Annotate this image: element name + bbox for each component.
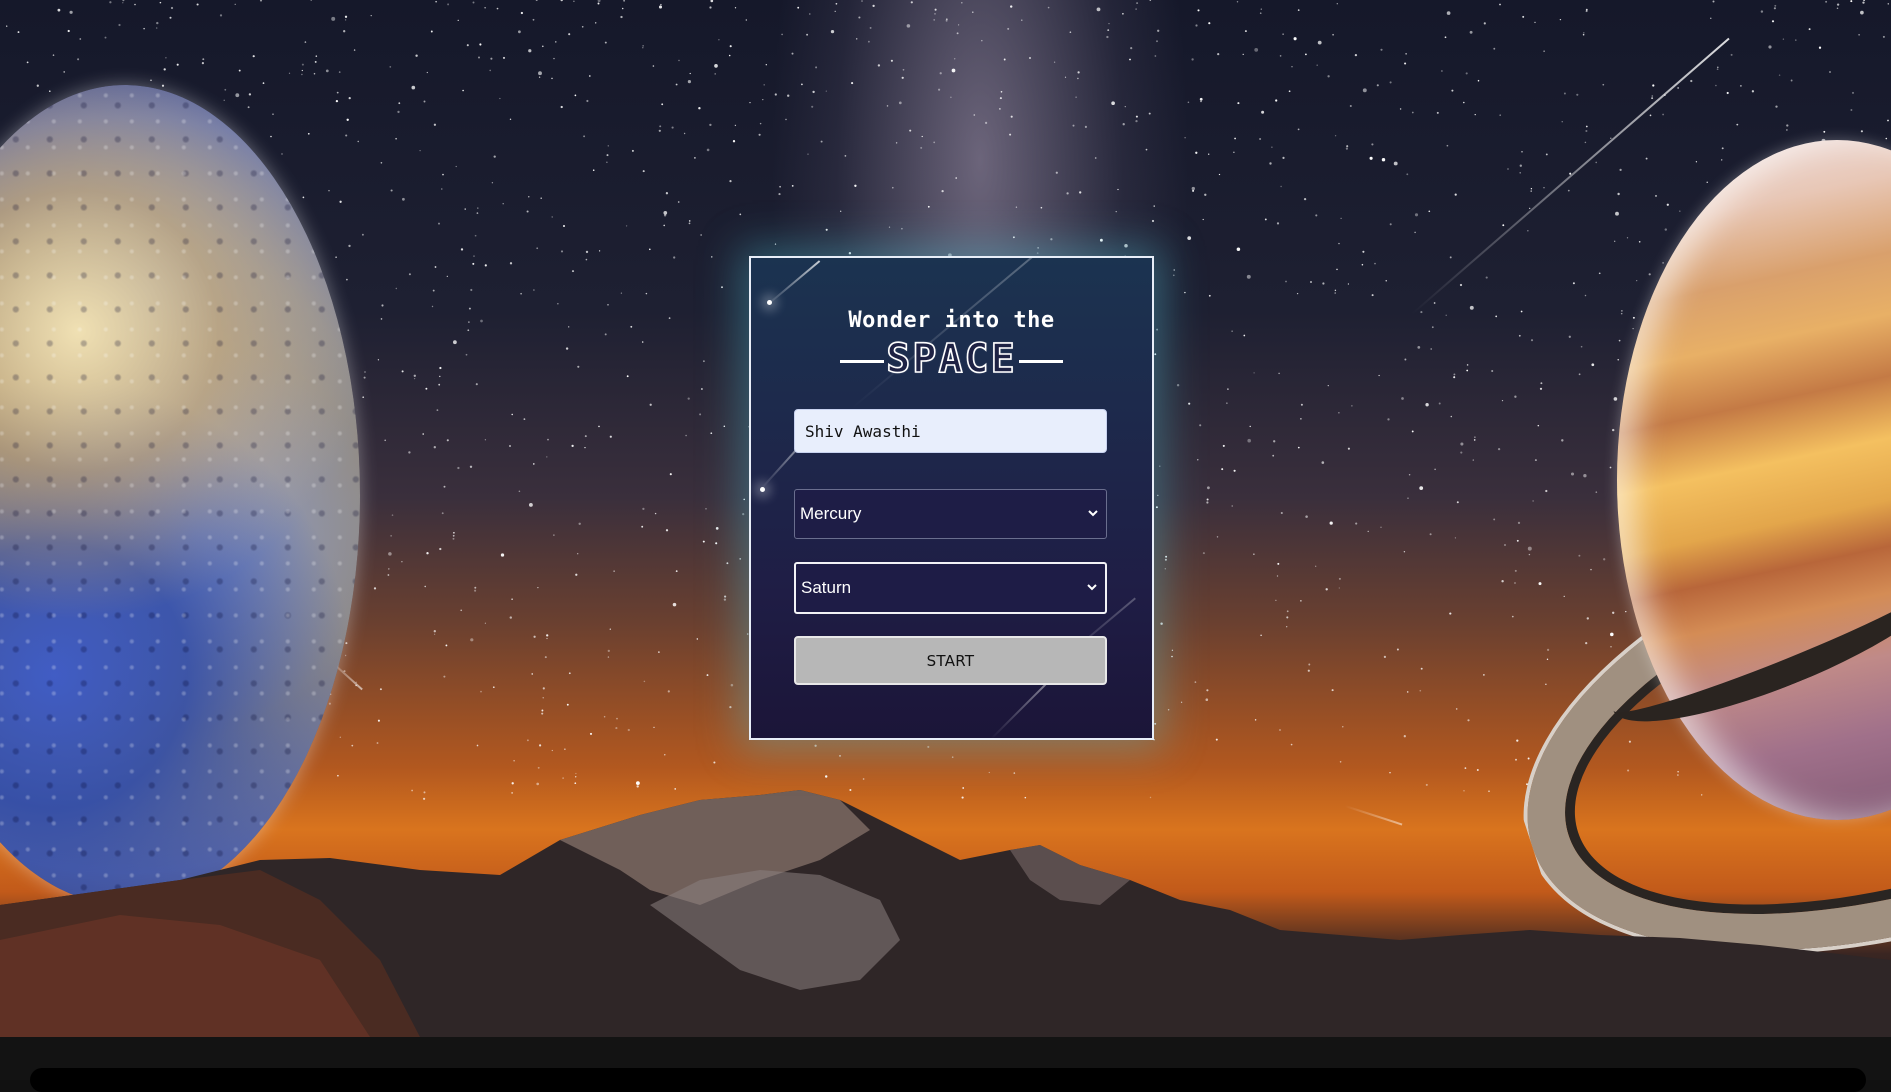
chevron-down-icon [1087,584,1097,591]
origin-planet-value: Mercury [800,504,862,523]
destination-planet-value: Saturn [801,578,852,597]
heading-text: SPACE [885,335,1017,383]
star-glow [767,300,772,305]
name-input[interactable] [794,409,1107,453]
taskbar [30,1068,1866,1092]
chevron-down-icon [1088,510,1098,517]
heading-dash-left [840,359,885,363]
card-heading: SPACE [751,335,1152,383]
heading-dash-right [1018,359,1063,363]
star-glow [760,487,765,492]
login-card: Wonder into the SPACE Mercury Saturn STA… [749,256,1154,740]
card-title: Wonder into the [848,308,1055,333]
shooting-star [990,681,1049,738]
destination-planet-select[interactable]: Saturn [794,562,1107,614]
shooting-star [765,260,821,307]
origin-planet-select[interactable]: Mercury [794,489,1107,539]
start-button[interactable]: START [794,636,1107,685]
